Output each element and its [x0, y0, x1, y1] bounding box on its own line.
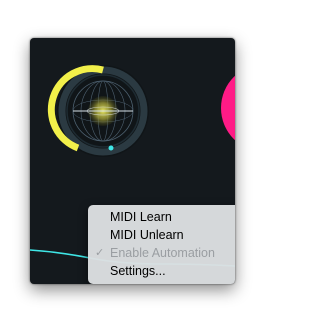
menu-item-settings[interactable]: Settings...	[88, 262, 235, 280]
menu-item-enable-automation: ✓ Enable Automation	[88, 244, 235, 262]
macro-knob[interactable]	[47, 65, 149, 157]
plugin-window: MIDI Learn MIDI Unlearn ✓ Enable Automat…	[30, 38, 235, 284]
menu-item-midi-unlearn[interactable]: MIDI Unlearn	[88, 226, 235, 244]
menu-item-label: MIDI Unlearn	[110, 228, 184, 242]
knob-indicator-dot-icon	[108, 145, 114, 151]
menu-item-label: MIDI Learn	[110, 210, 172, 224]
context-menu: MIDI Learn MIDI Unlearn ✓ Enable Automat…	[88, 205, 235, 284]
menu-item-label: Settings...	[110, 264, 166, 278]
side-dial-icon[interactable]	[221, 64, 235, 152]
menu-item-label: Enable Automation	[110, 246, 215, 260]
menu-item-midi-learn[interactable]: MIDI Learn	[88, 208, 235, 226]
checkmark-icon: ✓	[95, 247, 105, 259]
